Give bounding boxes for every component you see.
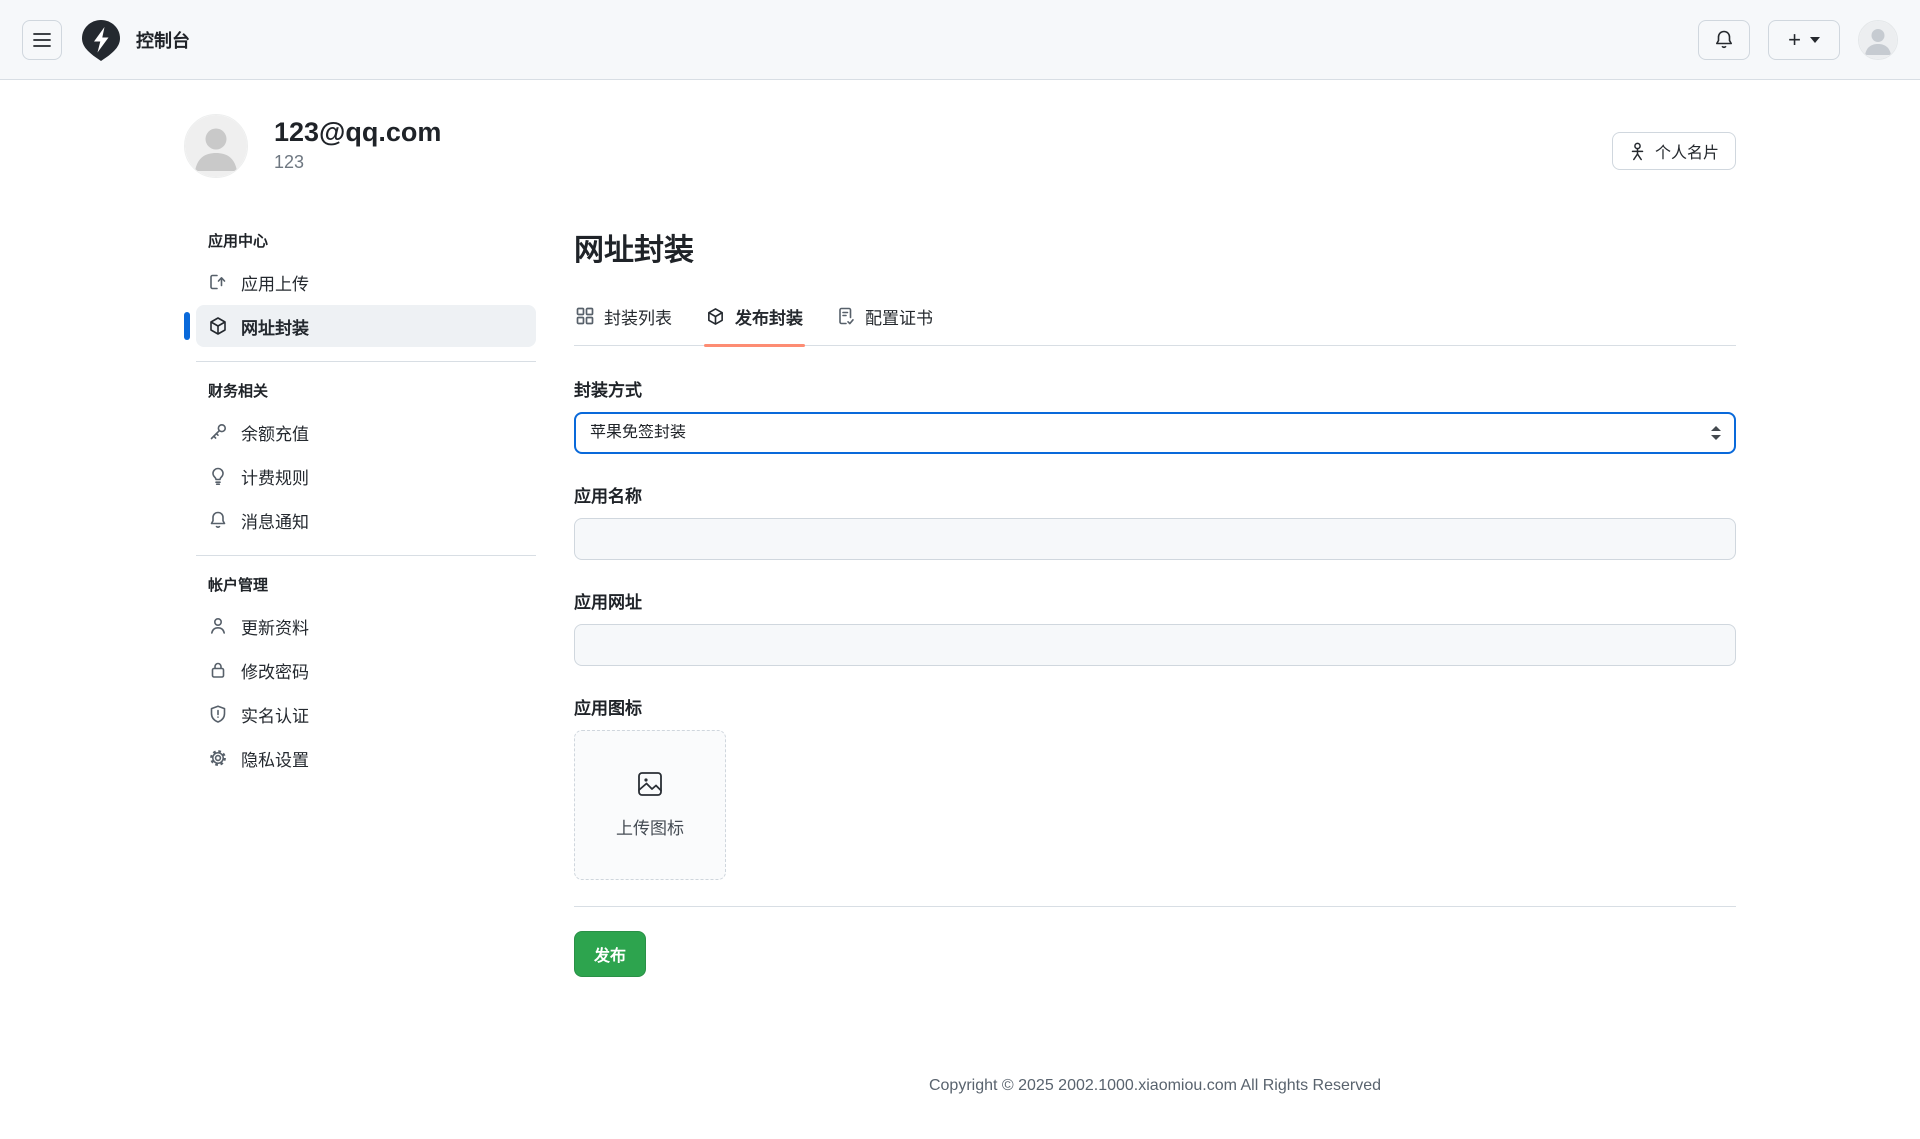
sidebar-section-title: 帐户管理 [196,574,536,595]
sidebar-item-label: 应用上传 [241,270,309,295]
header-avatar[interactable] [1858,20,1898,60]
main-content: 网址封装 封装列表 [574,228,1736,1139]
sidebar-item-label: 更新资料 [241,614,309,639]
bell-icon [208,510,228,530]
sidebar-section-title: 应用中心 [196,230,536,251]
app-name-label: 应用名称 [574,482,1736,507]
sidebar-section-app-center: 应用中心 应用上传 [196,228,536,347]
app-logo-icon [80,18,122,62]
sidebar-item-label: 余额充值 [241,420,309,445]
sidebar: 应用中心 应用上传 [184,228,536,781]
icon-upload-dropzone[interactable]: 上传图标 [574,730,726,880]
app-url-input[interactable] [574,624,1736,666]
sidebar-item-balance-recharge[interactable]: 余额充值 [196,411,536,453]
tabs: 封装列表 发布封装 [574,296,1736,346]
sidebar-item-label: 消息通知 [241,508,309,533]
image-icon [636,770,664,798]
bell-icon [1714,29,1734,50]
lightbulb-icon [208,466,228,486]
personal-card-label: 个人名片 [1655,139,1719,163]
publish-button[interactable]: 发布 [574,931,646,977]
app-header: 控制台 + [0,0,1920,80]
tab-publish-package[interactable]: 发布封装 [704,296,805,345]
profile-email: 123@qq.com [274,116,441,148]
profile-avatar [184,114,248,178]
sidebar-item-update-profile[interactable]: 更新资料 [196,605,536,647]
grid-icon [576,307,594,325]
sidebar-item-change-password[interactable]: 修改密码 [196,649,536,691]
person-icon [208,616,228,636]
copyright-footer: Copyright © 2025 2002.1000.xiaomiou.com … [574,977,1736,1139]
sidebar-item-real-name-verify[interactable]: 实名认证 [196,693,536,735]
sidebar-item-label: 隐私设置 [241,746,309,771]
tab-package-list[interactable]: 封装列表 [574,296,674,345]
plus-icon: + [1788,27,1801,53]
sidebar-item-url-packaging[interactable]: 网址封装 [196,305,536,347]
sidebar-item-notifications[interactable]: 消息通知 [196,499,536,541]
app-name-input[interactable] [574,518,1736,560]
package-icon [706,307,725,326]
package-method-label: 封装方式 [574,376,1736,401]
file-check-icon [837,307,855,326]
create-new-button[interactable]: + [1768,20,1840,60]
sidebar-item-billing-rules[interactable]: 计费规则 [196,455,536,497]
sidebar-item-label: 网址封装 [241,314,309,339]
tab-label: 发布封装 [735,304,803,329]
sidebar-item-label: 实名认证 [241,702,309,727]
sidebar-item-label: 修改密码 [241,658,309,683]
notifications-button[interactable] [1698,20,1750,60]
sidebar-section-account: 帐户管理 更新资料 [196,555,536,779]
profile-header: 123@qq.com 123 个人名片 [184,114,1736,178]
shield-icon [208,704,228,724]
form-divider [574,906,1736,907]
key-icon [208,422,228,442]
tab-configure-certificate[interactable]: 配置证书 [835,296,935,345]
app-title: 控制台 [136,27,190,53]
gear-icon [208,748,228,768]
brand[interactable]: 控制台 [80,18,190,62]
sidebar-item-app-upload[interactable]: 应用上传 [196,261,536,303]
personal-card-button[interactable]: 个人名片 [1612,132,1736,170]
upload-icon [208,272,228,292]
sidebar-item-privacy-settings[interactable]: 隐私设置 [196,737,536,779]
app-url-label: 应用网址 [574,588,1736,613]
lock-icon [208,660,228,680]
sidebar-section-finance: 财务相关 余额充值 [196,361,536,541]
sidebar-item-label: 计费规则 [241,464,309,489]
publish-form: 封装方式 苹果免签封装 应用名称 应用网址 应用图标 [574,376,1736,977]
hamburger-icon [33,32,51,48]
person-badge-icon [1629,142,1646,161]
app-icon-label: 应用图标 [574,694,1736,719]
upload-icon-label: 上传图标 [616,814,684,839]
page-title: 网址封装 [574,232,1736,270]
package-method-select[interactable]: 苹果免签封装 [574,412,1736,454]
profile-username: 123 [274,152,441,173]
package-icon [208,316,228,336]
tab-label: 封装列表 [604,304,672,329]
sidebar-section-title: 财务相关 [196,380,536,401]
hamburger-menu-button[interactable] [22,20,62,60]
caret-down-icon [1810,37,1820,43]
tab-label: 配置证书 [865,304,933,329]
